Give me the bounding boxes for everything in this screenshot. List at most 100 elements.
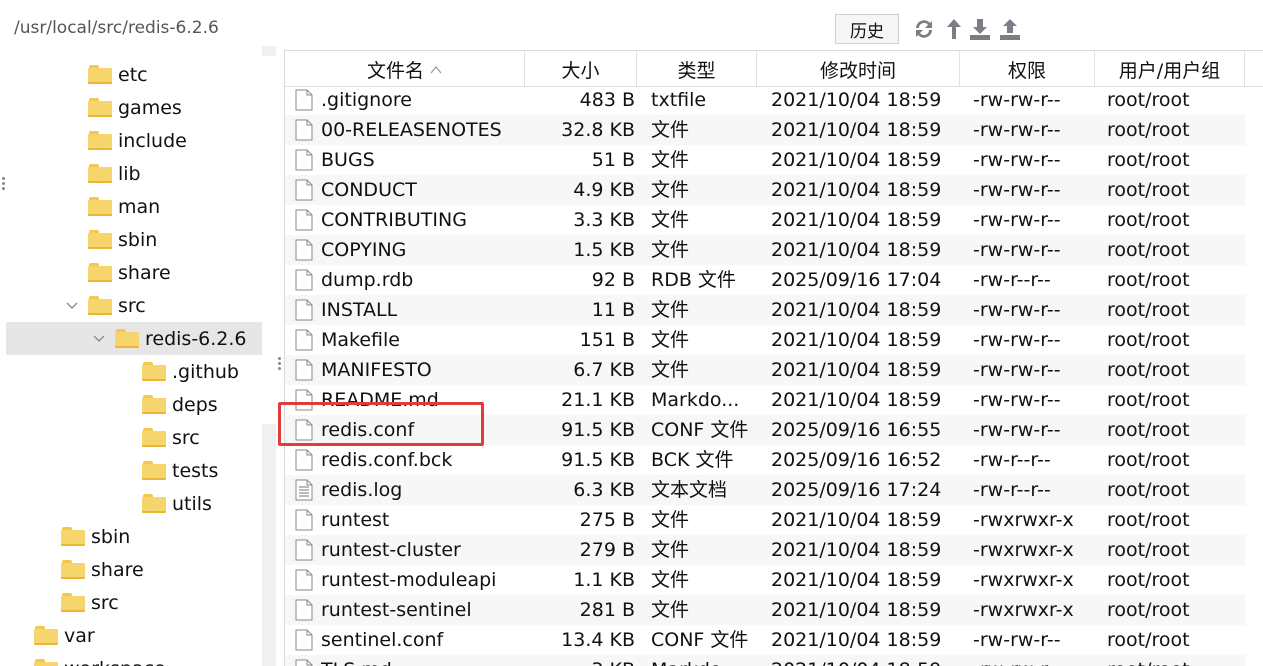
cell-type: BCK 文件	[651, 449, 734, 471]
file-row[interactable]: dump.rdb 92 B RDB 文件 2025/09/16 17:04 -rw-r-…	[285, 265, 1245, 295]
tree-item[interactable]: deps	[118, 388, 218, 421]
file-row[interactable]: COPYING 1.5 KB 文件 2021/10/04 18:59 -rw-rw-r-…	[285, 235, 1245, 265]
cell-size: 21.1 KB	[561, 389, 635, 411]
file-row[interactable]: TLS.md 3 KB Markdo... 2021/10/04 18:59 -rw-r…	[285, 655, 1245, 666]
cell-name: COPYING	[321, 239, 407, 261]
tree-item[interactable]: etc	[64, 58, 148, 91]
cell-name: .gitignore	[321, 89, 412, 111]
tree-item[interactable]: games	[64, 91, 182, 124]
cell-type: 文件	[651, 539, 690, 561]
file-icon	[295, 299, 313, 321]
tree-item[interactable]: lib	[64, 157, 141, 190]
column-header-modified[interactable]: 修改时间	[757, 51, 960, 87]
tree-item[interactable]: var	[10, 619, 95, 652]
file-row[interactable]: CONTRIBUTING 3.3 KB 文件 2021/10/04 18:59 -rw-…	[285, 205, 1245, 235]
folder-icon	[61, 593, 85, 612]
file-row[interactable]: runtest-moduleapi 1.1 KB 文件 2021/10/04 18:5…	[285, 565, 1245, 595]
tree-item[interactable]: src	[118, 421, 200, 454]
file-row[interactable]: BUGS 51 B 文件 2021/10/04 18:59 -rw-rw-r-- root…	[285, 145, 1245, 175]
file-row[interactable]: MANIFESTO 6.7 KB 文件 2021/10/04 18:59 -rw-rw-…	[285, 355, 1245, 385]
cell-type: RDB 文件	[651, 269, 736, 291]
column-header-owner[interactable]: 用户/用户组	[1095, 51, 1245, 87]
cell-owner: root/root	[1107, 509, 1190, 531]
column-header-type[interactable]: 类型	[637, 51, 757, 87]
file-row[interactable]: runtest-sentinel 281 B 文件 2021/10/04 18:59 -…	[285, 595, 1245, 625]
tree-item[interactable]: share	[64, 256, 171, 289]
path-input[interactable]	[6, 13, 826, 43]
tree-item[interactable]: sbin	[37, 520, 130, 553]
file-row[interactable]: CONDUCT 4.9 KB 文件 2021/10/04 18:59 -rw-rw-r-…	[285, 175, 1245, 205]
history-button[interactable]: 历史	[835, 14, 899, 44]
cell-perm: -rw-r--r--	[973, 269, 1051, 291]
tree-item-label: src	[91, 591, 119, 614]
cell-perm: -rw-rw-r--	[973, 655, 1093, 666]
file-row[interactable]: 00-RELEASENOTES 32.8 KB 文件 2021/10/04 18:59…	[285, 115, 1245, 145]
tree-item[interactable]: redis-6.2.6	[6, 322, 262, 355]
tree-item-label: sbin	[118, 228, 158, 251]
cell-size: 3 KB	[525, 655, 635, 666]
download-icon[interactable]	[966, 14, 994, 44]
cell-name: CONDUCT	[321, 179, 417, 201]
tree-item[interactable]: .github	[118, 355, 239, 388]
file-row[interactable]: INSTALL 11 B 文件 2021/10/04 18:59 -rw-rw-r-- r…	[285, 295, 1245, 325]
file-row[interactable]: .gitignore 483 B txtfile 2021/10/04 18:59 -r…	[285, 85, 1245, 115]
file-row[interactable]: redis.log 6.3 KB 文本文档 2025/09/16 17:24 -rw-r…	[285, 475, 1245, 505]
tree-item[interactable]: include	[64, 124, 187, 157]
cell-size: 281 B	[579, 599, 635, 621]
tree-item[interactable]: tests	[118, 454, 218, 487]
up-arrow-icon[interactable]	[940, 14, 968, 44]
cell-time: 2021/10/04 18:59	[771, 89, 942, 111]
upload-icon[interactable]	[996, 14, 1024, 44]
cell-type: 文件	[651, 239, 690, 261]
file-row[interactable]: runtest-cluster 279 B 文件 2021/10/04 18:59 -r…	[285, 535, 1245, 565]
file-row[interactable]: sentinel.conf 13.4 KB CONF 文件 2021/10/04 18…	[285, 625, 1245, 655]
file-icon	[295, 509, 313, 531]
tree-item[interactable]: utils	[118, 487, 212, 520]
column-header-size[interactable]: 大小	[525, 51, 637, 87]
file-icon	[295, 119, 313, 141]
cell-name: CONTRIBUTING	[321, 209, 467, 231]
column-header-label: 修改时间	[819, 59, 896, 82]
refresh-icon[interactable]	[910, 14, 938, 44]
tree-scrollbar-thumb[interactable]	[262, 56, 276, 424]
tree-item-label: deps	[172, 393, 218, 416]
tree-item-label: .github	[172, 360, 239, 383]
chevron-down-icon[interactable]	[64, 289, 80, 322]
cell-time: 2021/10/04 18:59	[771, 149, 942, 171]
cell-type: 文件	[651, 149, 690, 171]
tree-item[interactable]: sbin	[64, 223, 157, 256]
cell-perm: -rwxrwxr-x	[973, 509, 1074, 531]
file-row[interactable]: runtest 275 B 文件 2021/10/04 18:59 -rwxrwxr-x…	[285, 505, 1245, 535]
column-header-permissions[interactable]: 权限	[960, 51, 1095, 87]
cell-owner: root/root	[1107, 629, 1190, 651]
file-row[interactable]: Makefile 151 B 文件 2021/10/04 18:59 -rw-rw-r-…	[285, 325, 1245, 355]
tree-item[interactable]: src	[64, 289, 146, 322]
tree-item[interactable]: src	[37, 586, 119, 619]
tree-item-label: games	[118, 96, 182, 119]
chevron-down-icon[interactable]	[91, 322, 107, 355]
cell-owner: root/root	[1107, 655, 1227, 666]
cell-owner: root/root	[1107, 359, 1190, 381]
cell-name: runtest-sentinel	[321, 599, 472, 621]
tree-item[interactable]: workspace	[10, 652, 166, 666]
splitter-handle[interactable]	[276, 355, 282, 379]
cell-owner: root/root	[1107, 449, 1190, 471]
cell-size: 151 B	[579, 329, 635, 351]
column-header-name[interactable]: 文件名	[285, 51, 525, 87]
cell-size: 13.4 KB	[561, 629, 635, 651]
tree-item-label: share	[91, 558, 144, 581]
tree-item[interactable]: man	[64, 190, 160, 223]
tree-item[interactable]: share	[37, 553, 144, 586]
file-row[interactable]: redis.conf.bck 91.5 KB BCK 文件 2025/09/16 16…	[285, 445, 1245, 475]
splitter-handle-left[interactable]	[0, 175, 6, 199]
highlight-box	[278, 402, 484, 446]
cell-name: redis.conf.bck	[321, 449, 453, 471]
folder-icon	[88, 98, 112, 117]
folder-icon	[115, 329, 139, 348]
tree-item-label: sbin	[91, 525, 131, 548]
cell-size: 3.3 KB	[573, 209, 635, 231]
